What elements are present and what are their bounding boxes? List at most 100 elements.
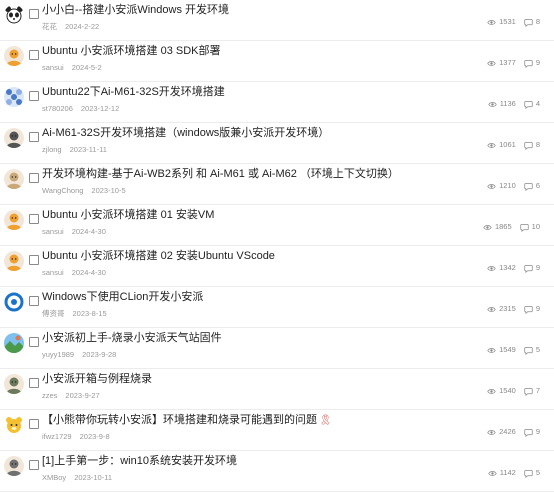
post-row[interactable]: 开发环境构建-基于Ai-WB2系列 和 Ai-M61 或 Ai-M62 （环境上…: [0, 164, 554, 205]
post-meta: sansui 2024-4-30: [42, 268, 106, 278]
post-author[interactable]: sansui: [42, 63, 64, 72]
post-row[interactable]: 小小白--搭建小安派Windows 开发环境 花花 2024-2-22 1531 8: [0, 0, 554, 41]
view-count-value: 1549: [499, 345, 516, 354]
select-checkbox[interactable]: [29, 337, 39, 347]
eye-icon: [487, 58, 496, 68]
eye-icon: [488, 99, 497, 109]
post-title[interactable]: Ubuntu22下Ai-M61-32S开发环境搭建: [42, 85, 225, 99]
post-title[interactable]: Windows下使用CLion开发小安派: [42, 290, 203, 304]
eye-icon: [483, 222, 492, 232]
post-author[interactable]: ifwz1729: [42, 432, 72, 441]
view-count: 1377: [487, 58, 516, 68]
post-row[interactable]: Ai-M61-32S开发环境搭建（windows版兼小安派开发环境） zjlong…: [0, 123, 554, 164]
avatar[interactable]: [4, 456, 24, 476]
post-meta: 花花 2024-2-22: [42, 22, 99, 32]
select-checkbox[interactable]: [29, 50, 39, 60]
post-date: 2024-5-2: [71, 63, 102, 72]
reply-count-value: 9: [535, 263, 540, 272]
medal-icon: 🎗: [319, 415, 332, 426]
comment-icon: [524, 468, 533, 478]
post-title[interactable]: 开发环境构建-基于Ai-WB2系列 和 Ai-M61 或 Ai-M62 （环境上…: [42, 167, 399, 181]
post-meta: zzes 2023-9-27: [42, 391, 100, 401]
reply-count-value: 9: [535, 427, 540, 436]
post-meta: sansui 2024-5-2: [42, 63, 102, 73]
avatar[interactable]: [4, 87, 24, 107]
post-author[interactable]: XMBoy: [42, 473, 66, 482]
avatar[interactable]: [4, 374, 24, 394]
post-title[interactable]: [1]上手第一步：win10系统安装开发环境: [42, 454, 237, 468]
avatar[interactable]: [4, 128, 24, 148]
post-row[interactable]: Ubuntu 小安派环境搭建 01 安装VM sansui 2024-4-30 186…: [0, 205, 554, 246]
avatar[interactable]: [4, 169, 24, 189]
select-checkbox[interactable]: [29, 460, 39, 470]
view-count-value: 1142: [499, 468, 516, 477]
select-checkbox[interactable]: [29, 255, 39, 265]
select-checkbox[interactable]: [29, 296, 39, 306]
avatar[interactable]: [4, 5, 24, 25]
reply-count-value: 10: [531, 222, 540, 231]
post-row[interactable]: 小安派初上手-烧录小安派天气站固件 yuyy1989 2023-9-28 1549 5: [0, 328, 554, 369]
reply-count: 9: [524, 304, 540, 314]
reply-count-value: 4: [535, 99, 540, 108]
avatar[interactable]: [4, 46, 24, 66]
post-title[interactable]: Ubuntu 小安派环境搭建 02 安装Ubuntu VScode: [42, 249, 275, 263]
view-count-value: 2426: [499, 427, 516, 436]
select-checkbox[interactable]: [29, 173, 39, 183]
person-avatar-icon: [4, 456, 24, 476]
post-title[interactable]: Ubuntu 小安派环境搭建 01 安装VM: [42, 208, 214, 222]
post-author[interactable]: 傅资哥: [42, 309, 65, 318]
post-row[interactable]: 【小熊带你玩转小安派】环境搭建和烧录可能遇到的问题 🎗 ifwz1729 2023-9…: [0, 410, 554, 451]
reply-count: 9: [524, 58, 540, 68]
eye-icon: [487, 304, 496, 314]
eye-icon: [487, 17, 496, 27]
post-stats: 1342 9: [487, 263, 540, 273]
select-checkbox[interactable]: [29, 9, 39, 19]
select-checkbox[interactable]: [29, 419, 39, 429]
view-count-value: 1210: [499, 181, 516, 190]
post-title[interactable]: Ubuntu 小安派环境搭建 03 SDK部署: [42, 44, 221, 58]
post-row[interactable]: [1]上手第一步：win10系统安装开发环境 XMBoy 2023-10-11 114…: [0, 451, 554, 492]
post-author[interactable]: yuyy1989: [42, 350, 74, 359]
post-meta: zjlong 2023-11-11: [42, 145, 107, 155]
comment-icon: [524, 345, 533, 355]
post-date: 2024-4-30: [71, 268, 106, 277]
post-author[interactable]: zjlong: [42, 145, 62, 154]
post-row[interactable]: 小安派开箱与例程烧录 zzes 2023-9-27 1540 7: [0, 369, 554, 410]
post-author[interactable]: sansui: [42, 268, 64, 277]
panda-avatar-icon: [4, 5, 24, 25]
post-row[interactable]: Ubuntu 小安派环境搭建 02 安装Ubuntu VScode sansui 2…: [0, 246, 554, 287]
view-count-value: 1136: [499, 99, 516, 108]
select-checkbox[interactable]: [29, 132, 39, 142]
post-author[interactable]: st780206: [42, 104, 73, 113]
comment-icon: [524, 304, 533, 314]
reply-count-value: 8: [535, 17, 540, 26]
avatar[interactable]: [4, 415, 24, 435]
select-checkbox[interactable]: [29, 91, 39, 101]
post-meta: WangChong 2023-10-5: [42, 186, 126, 196]
comment-icon: [520, 222, 529, 232]
post-title[interactable]: 【小熊带你玩转小安派】环境搭建和烧录可能遇到的问题 🎗: [42, 413, 332, 428]
select-checkbox[interactable]: [29, 378, 39, 388]
comment-icon: [524, 181, 533, 191]
avatar[interactable]: [4, 333, 24, 353]
post-title[interactable]: Ai-M61-32S开发环境搭建（windows版兼小安派开发环境）: [42, 126, 329, 140]
select-checkbox[interactable]: [29, 214, 39, 224]
post-row[interactable]: Ubuntu 小安派环境搭建 03 SDK部署 sansui 2024-5-2 137…: [0, 41, 554, 82]
post-author[interactable]: zzes: [42, 391, 57, 400]
post-title[interactable]: 小安派初上手-烧录小安派天气站固件: [42, 331, 222, 345]
avatar[interactable]: [4, 292, 24, 312]
post-author[interactable]: 花花: [42, 22, 57, 31]
post-title[interactable]: 小小白--搭建小安派Windows 开发环境: [42, 3, 229, 17]
post-author[interactable]: WangChong: [42, 186, 83, 195]
post-author[interactable]: sansui: [42, 227, 64, 236]
avatar[interactable]: [4, 251, 24, 271]
post-title[interactable]: 小安派开箱与例程烧录: [42, 372, 152, 386]
view-count: 1549: [487, 345, 516, 355]
landscape-avatar-icon: [4, 333, 24, 353]
view-count-value: 1540: [499, 386, 516, 395]
post-row[interactable]: Ubuntu22下Ai-M61-32S开发环境搭建 st780206 2023-12…: [0, 82, 554, 123]
avatar[interactable]: [4, 210, 24, 230]
reply-count: 10: [520, 222, 540, 232]
post-row[interactable]: Windows下使用CLion开发小安派 傅资哥 2023-8-15 2315 9: [0, 287, 554, 328]
person-avatar-icon: [4, 169, 24, 189]
